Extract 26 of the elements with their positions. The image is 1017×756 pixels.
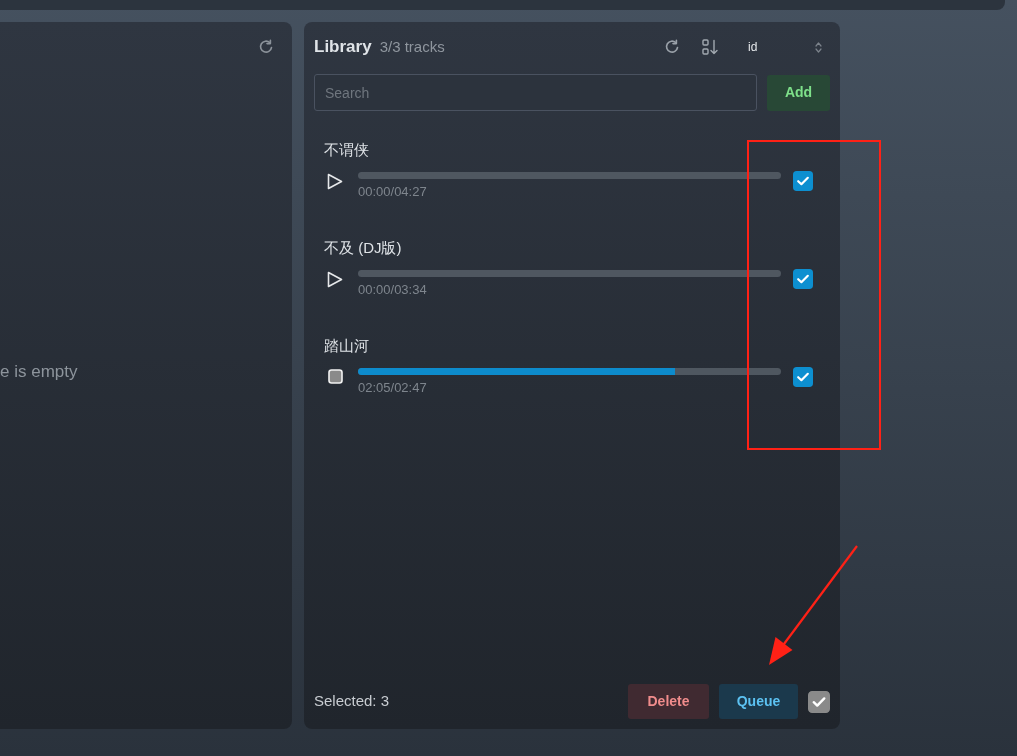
- search-field[interactable]: Search: [314, 74, 757, 111]
- refresh-icon[interactable]: [664, 39, 680, 55]
- selected-count: Selected: 3: [314, 691, 390, 712]
- queue-button[interactable]: Queue: [719, 684, 798, 719]
- refresh-icon[interactable]: [258, 39, 274, 55]
- track-time: 00:00/03:34: [358, 282, 427, 298]
- track-time: 00:00/04:27: [358, 184, 427, 200]
- library-title: Library: [314, 36, 372, 59]
- checkbox[interactable]: [793, 269, 813, 289]
- chevron-up-down-icon: [815, 41, 822, 53]
- progress-track[interactable]: [358, 270, 781, 277]
- sort-icon[interactable]: [702, 39, 718, 55]
- progress-track[interactable]: [358, 368, 781, 375]
- checkbox[interactable]: [793, 171, 813, 191]
- checkbox[interactable]: [793, 367, 813, 387]
- progress-track[interactable]: [358, 172, 781, 179]
- track-title: 不谓侠: [324, 140, 369, 160]
- track-count: 3/3 tracks: [379, 36, 445, 57]
- track-time: 02:05/02:47: [358, 380, 427, 396]
- empty-message: e is empty: [0, 361, 78, 384]
- track-title: 踏山河: [324, 336, 369, 356]
- select-all-checkbox[interactable]: [808, 690, 830, 713]
- delete-button[interactable]: Delete: [628, 684, 709, 719]
- add-button[interactable]: Add: [767, 74, 830, 111]
- track-title: 不及 (DJ版): [324, 238, 402, 258]
- sort-field-select[interactable]: id: [740, 35, 830, 59]
